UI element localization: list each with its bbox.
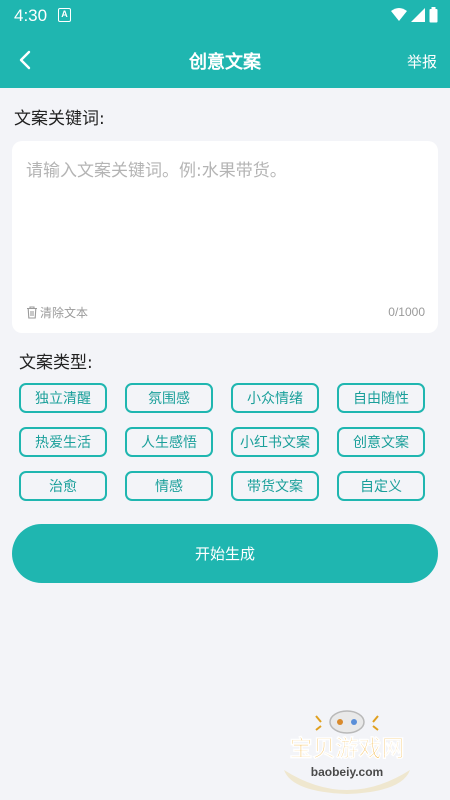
cell-signal-icon bbox=[411, 8, 425, 22]
watermark-logo: 宝贝游戏网 baobeiy.com bbox=[284, 710, 410, 794]
tag-option[interactable]: 热爱生活 bbox=[19, 427, 107, 457]
trash-icon bbox=[27, 306, 37, 319]
keywords-input-card[interactable]: 请输入文案关键词。例:水果带货。 清除文本 0/1000 bbox=[12, 141, 438, 333]
tag-option[interactable]: 小众情绪 bbox=[231, 383, 319, 413]
status-time: 4:30 bbox=[14, 6, 48, 25]
page-title: 创意文案 bbox=[189, 52, 261, 73]
keywords-label: 文案关键词: bbox=[14, 109, 105, 129]
tag-option[interactable]: 小红书文案 bbox=[231, 427, 319, 457]
notification-icon: A bbox=[58, 8, 71, 22]
tag-option[interactable]: 治愈 bbox=[19, 471, 107, 501]
tag-option[interactable]: 氛围感 bbox=[125, 383, 213, 413]
tag-option[interactable]: 创意文案 bbox=[337, 427, 425, 457]
watermark-url: baobeiy.com bbox=[311, 765, 383, 779]
clear-text-button[interactable]: 清除文本 bbox=[26, 304, 88, 321]
status-bar: 4:30 A bbox=[0, 0, 450, 32]
app-header: 创意文案 举报 bbox=[0, 32, 450, 88]
clear-text-label: 清除文本 bbox=[40, 306, 89, 320]
watermark-title: 宝贝游戏网 bbox=[290, 735, 405, 762]
type-tags: 独立清醒 氛围感 小众情绪 自由随性 热爱生活 人生感悟 小红书文案 创意文案 … bbox=[19, 383, 427, 501]
report-button[interactable]: 举报 bbox=[407, 51, 437, 72]
types-label: 文案类型: bbox=[19, 353, 93, 373]
wifi-icon bbox=[391, 8, 407, 21]
tag-option[interactable]: 带货文案 bbox=[231, 471, 319, 501]
tag-option[interactable]: 独立清醒 bbox=[19, 383, 107, 413]
tag-option[interactable]: 人生感悟 bbox=[125, 427, 213, 457]
tag-option[interactable]: 自由随性 bbox=[337, 383, 425, 413]
tag-option[interactable]: 自定义 bbox=[337, 471, 425, 501]
generate-button[interactable]: 开始生成 bbox=[12, 524, 438, 583]
keywords-input[interactable]: 请输入文案关键词。例:水果带货。 bbox=[26, 156, 287, 181]
battery-icon bbox=[429, 7, 438, 23]
char-counter: 0/1000 bbox=[388, 305, 425, 319]
tag-option[interactable]: 情感 bbox=[125, 471, 213, 501]
